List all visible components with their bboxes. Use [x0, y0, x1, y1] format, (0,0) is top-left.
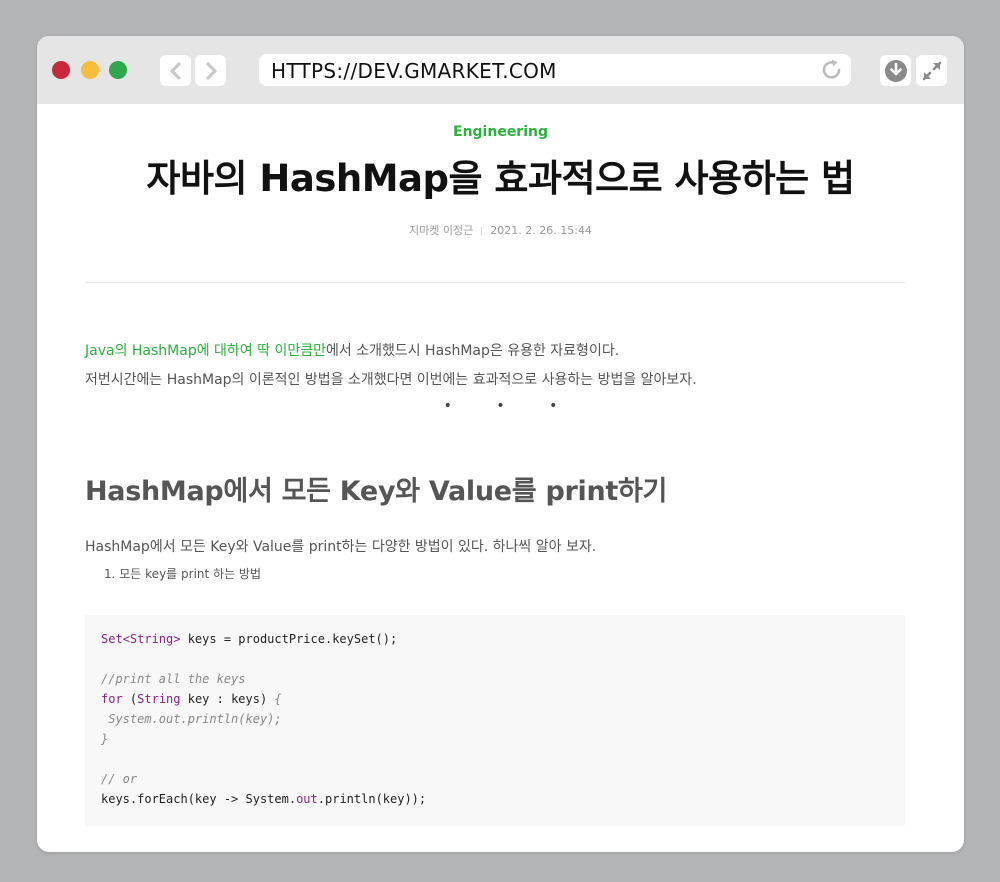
code-token: {	[274, 692, 282, 706]
header-divider	[85, 282, 905, 283]
code-block[interactable]: Set<String> keys = productPrice.keySet()…	[85, 615, 905, 826]
code-token: <String>	[122, 632, 181, 646]
category-label[interactable]: Engineering	[37, 124, 964, 140]
code-token: out	[296, 792, 318, 806]
browser-toolbar: HTTPS://DEV.GMARKET.COM	[37, 36, 964, 104]
code-token: for	[101, 692, 123, 706]
page-content: Engineering 자바의 HashMap을 효과적으로 사용하는 법 지마…	[37, 104, 964, 852]
code-token: keys = productPrice.keySet();	[180, 632, 398, 646]
list-item: 1. 모든 key를 print 하는 방법	[104, 567, 262, 581]
code-token: Set	[101, 632, 123, 646]
section-heading: HashMap에서 모든 Key와 Value를 print하기	[85, 476, 668, 507]
code-line-9: keys.forEach(key -> System.out.println(k…	[101, 789, 889, 809]
intro-paragraph: Java의 HashMap에 대하여 딱 이만큼만에서 소개했드시 HashMa…	[85, 337, 915, 395]
page-title: 자바의 HashMap을 효과적으로 사용하는 법	[146, 157, 855, 200]
code-token: .println(key));	[317, 792, 427, 806]
intro-line-2: 저번시간에는 HashMap의 이론적인 방법을 소개했다면 이번에는 효과적으…	[85, 372, 697, 388]
minimize-window-button[interactable]	[81, 61, 99, 79]
code-token: String	[137, 692, 181, 706]
expand-button[interactable]	[916, 55, 947, 86]
code-token: (	[122, 692, 138, 706]
back-button[interactable]	[160, 55, 191, 86]
close-window-button[interactable]	[52, 61, 70, 79]
meta-divider	[481, 226, 483, 236]
code-line-3: //print all the keys	[101, 672, 246, 686]
back-arrow-icon	[169, 61, 181, 80]
download-button[interactable]	[880, 55, 911, 86]
code-token: key : keys)	[180, 692, 275, 706]
article-meta: 지마켓 이정근 2021. 2. 26. 15:44	[37, 222, 964, 238]
code-line-8: // or	[101, 772, 138, 786]
download-icon	[884, 59, 907, 82]
forward-button[interactable]	[195, 55, 226, 86]
section-separator: • • •	[443, 398, 578, 414]
publish-date: 2021. 2. 26. 15:44	[490, 224, 592, 237]
author-name: 지마켓 이정근	[409, 224, 474, 237]
section-paragraph: HashMap에서 모든 Key와 Value를 print하는 다양한 방법이…	[85, 539, 597, 555]
reload-icon[interactable]	[819, 57, 845, 83]
code-line-1: Set<String> keys = productPrice.keySet()…	[101, 629, 889, 649]
code-line-6: }	[101, 732, 109, 746]
code-line-5: System.out.println(key);	[101, 712, 282, 726]
browser-window: HTTPS://DEV.GMARKET.COM Engineering 자바의 …	[37, 36, 964, 852]
forward-arrow-icon	[205, 61, 217, 80]
code-token: keys.forEach(key -> System.	[101, 792, 297, 806]
code-line-4: for (String key : keys) {	[101, 689, 889, 709]
intro-line-1-text: 에서 소개했드시 HashMap은 유용한 자료형이다.	[326, 343, 620, 359]
related-article-link[interactable]: Java의 HashMap에 대하여 딱 이만큼만	[85, 343, 326, 359]
address-bar[interactable]: HTTPS://DEV.GMARKET.COM	[259, 54, 851, 86]
url-text: HTTPS://DEV.GMARKET.COM	[271, 59, 557, 83]
maximize-window-button[interactable]	[109, 61, 127, 79]
expand-icon	[922, 61, 941, 80]
intro-line-1: Java의 HashMap에 대하여 딱 이만큼만에서 소개했드시 HashMa…	[85, 337, 915, 366]
